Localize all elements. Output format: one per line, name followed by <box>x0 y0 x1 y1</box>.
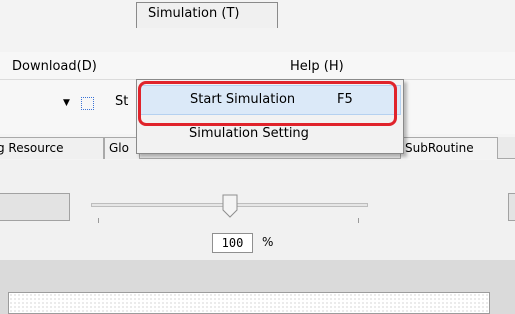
zoom-value-field[interactable]: 100 <box>212 233 253 253</box>
tab-global[interactable]: Glo <box>104 137 140 159</box>
slider-thumb-icon[interactable] <box>222 194 238 218</box>
toolbar-label[interactable]: St <box>115 94 128 109</box>
simulation-dropdown-menu: Start Simulation F5 Simulation Setting <box>136 79 404 154</box>
slider-tick <box>98 218 99 223</box>
dropdown-arrow-icon[interactable]: ▼ <box>63 98 70 108</box>
tab-subroutine[interactable]: SubRoutine <box>400 137 498 159</box>
select-box-icon[interactable] <box>81 97 94 110</box>
zoom-unit-label: % <box>262 235 274 249</box>
design-canvas[interactable] <box>8 292 490 314</box>
simulation-setting-label: Simulation Setting <box>189 126 309 141</box>
menu-help[interactable]: Help (H) <box>290 58 344 78</box>
menu-bar: Download(D) Help (H) <box>0 52 515 80</box>
menu-simulation[interactable]: Simulation (T) <box>136 2 278 28</box>
tab-resource[interactable]: g Resource <box>0 137 104 159</box>
slider-tick <box>358 218 359 223</box>
right-panel-button[interactable] <box>508 193 515 221</box>
menu-download[interactable]: Download(D) <box>12 58 97 78</box>
start-simulation-label: Start Simulation <box>190 92 296 107</box>
left-panel-button[interactable] <box>0 193 70 221</box>
start-simulation-shortcut: F5 <box>337 92 353 107</box>
menu-item-start-simulation[interactable]: Start Simulation F5 <box>139 85 401 115</box>
menu-item-simulation-setting[interactable]: Simulation Setting <box>139 120 401 150</box>
